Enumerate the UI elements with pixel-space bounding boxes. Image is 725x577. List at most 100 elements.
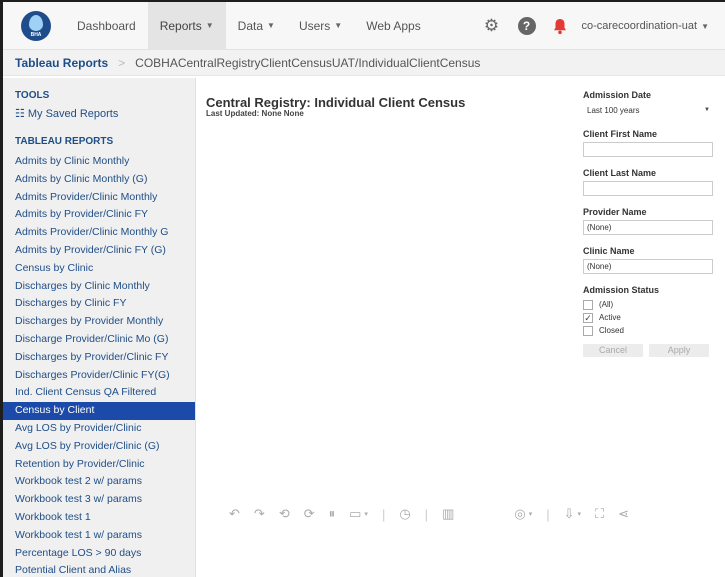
sidebar-report-item[interactable]: Discharges by Provider Monthly xyxy=(3,313,195,331)
caret-down-icon: ▼ xyxy=(205,21,214,30)
filter-panel: Admission Date Last 100 years ▼ Client F… xyxy=(583,90,713,357)
breadcrumb-separator: > xyxy=(118,55,126,70)
sidebar-report-item[interactable]: Census by Client xyxy=(3,402,195,420)
provider-name-select[interactable]: (None) xyxy=(583,220,713,235)
watch-icon[interactable]: ◎ ▾ xyxy=(514,506,532,522)
nav-data-label: Data xyxy=(237,18,264,33)
account-menu[interactable]: co-carecoordination-uat ▼ xyxy=(582,20,725,32)
view-data-icon[interactable]: ▥ xyxy=(442,506,454,522)
metrics-icon[interactable]: ◷ xyxy=(399,506,410,522)
sidebar-report-item[interactable]: Admits by Provider/Clinic FY (G) xyxy=(3,242,195,260)
bell-icon[interactable] xyxy=(548,18,572,35)
clinic-name-select[interactable]: (None) xyxy=(583,259,713,274)
last-updated: Last Updated: None None xyxy=(206,109,304,118)
viz-toolbar: ↶ ↷ ⟲ ⟳ ⏸ ▭ ▾ | ◷ | ▥ ◎ ▾ | ⇩ ▾ ⛶ ⋖ xyxy=(229,505,709,523)
share-icon[interactable]: ⋖ xyxy=(618,506,629,522)
gear-icon[interactable]: ⚙ xyxy=(478,16,506,36)
sidebar-report-item[interactable]: Admits Provider/Clinic Monthly xyxy=(3,189,195,207)
toolbar-divider: | xyxy=(381,506,386,522)
revert-icon[interactable]: ⟲ xyxy=(279,506,290,522)
sidebar-report-item[interactable]: Retention by Provider/Clinic xyxy=(3,456,195,474)
chevron-down-icon: ▼ xyxy=(704,107,710,113)
client-last-name-input[interactable] xyxy=(583,181,713,196)
admission-date-select[interactable]: Last 100 years ▼ xyxy=(583,103,713,118)
logo-drop-icon xyxy=(29,14,43,31)
breadcrumb-root[interactable]: Tableau Reports xyxy=(15,56,108,70)
sidebar-report-item[interactable]: Discharges by Provider/Clinic FY xyxy=(3,349,195,367)
client-first-name-label: Client First Name xyxy=(583,129,658,139)
client-first-name-input[interactable] xyxy=(583,142,713,157)
status-option-label: Active xyxy=(599,313,621,322)
list-icon: ☷ xyxy=(15,108,25,120)
nav-web-apps-label: Web Apps xyxy=(366,18,421,33)
status-option-label: (All) xyxy=(599,300,614,309)
sidebar-report-item[interactable]: Workbook test 2 w/ params xyxy=(3,473,195,491)
status-option-all[interactable]: (All) xyxy=(583,298,713,311)
toolbar-divider: | xyxy=(424,506,429,522)
status-option-closed[interactable]: Closed xyxy=(583,324,713,337)
sidebar-report-item[interactable]: Discharges by Clinic FY xyxy=(3,295,195,313)
client-last-name-label: Client Last Name xyxy=(583,168,657,178)
checkbox[interactable] xyxy=(583,325,593,336)
breadcrumb-current: COBHACentralRegistryClientCensusUAT/Indi… xyxy=(135,55,481,70)
sidebar-report-item[interactable]: Potential Client and Alias xyxy=(3,562,195,577)
sidebar-report-item[interactable]: Admits Provider/Clinic Monthly G xyxy=(3,224,195,242)
nav-reports[interactable]: Reports ▼ xyxy=(147,2,226,50)
help-icon[interactable]: ? xyxy=(517,17,536,35)
download-icon[interactable]: ⇩ ▾ xyxy=(564,506,581,522)
breadcrumb: Tableau Reports > COBHACentralRegistryCl… xyxy=(3,50,725,76)
sidebar-report-item[interactable]: Admits by Provider/Clinic FY xyxy=(3,206,195,224)
my-saved-reports-label: My Saved Reports xyxy=(27,107,119,120)
sidebar-report-item[interactable]: Avg LOS by Provider/Clinic (G) xyxy=(3,438,195,456)
page-title: Central Registry: Individual Client Cens… xyxy=(206,95,466,110)
nav-reports-label: Reports xyxy=(159,18,202,33)
sidebar-report-item[interactable]: Percentage LOS > 90 days xyxy=(3,545,195,563)
apply-button[interactable]: Apply xyxy=(649,344,709,357)
tools-heading: TOOLS xyxy=(15,90,50,101)
sidebar-report-item[interactable]: Discharges Provider/Clinic FY(G) xyxy=(3,367,195,385)
sidebar-report-item[interactable]: Workbook test 1 xyxy=(3,509,195,527)
sidebar-report-item[interactable]: Discharge Provider/Clinic Mo (G) xyxy=(3,331,195,349)
sidebar-report-item[interactable]: Workbook test 3 w/ params xyxy=(3,491,195,509)
logo-text: BHA xyxy=(30,31,42,38)
admission-status-label: Admission Status xyxy=(583,285,660,295)
sidebar-report-item[interactable]: Avg LOS by Provider/Clinic xyxy=(3,420,195,438)
caret-down-icon: ▼ xyxy=(334,21,343,30)
tableau-reports-heading: TABLEAU REPORTS xyxy=(15,136,114,147)
nav-web-apps[interactable]: Web Apps xyxy=(354,2,432,50)
app-frame: BHA Dashboard Reports ▼ Data ▼ Users ▼ Web … xyxy=(0,0,725,577)
nav-dashboard-label: Dashboard xyxy=(77,18,136,33)
status-option-active[interactable]: ✓ Active xyxy=(583,311,713,324)
sidebar-report-item[interactable]: Ind. Client Census QA Filtered xyxy=(3,384,195,402)
status-option-label: Closed xyxy=(599,326,624,335)
nav-users-label: Users xyxy=(298,18,331,33)
nav-data[interactable]: Data ▼ xyxy=(226,2,287,50)
checkbox-checked[interactable]: ✓ xyxy=(583,312,593,323)
admission-date-value: Last 100 years xyxy=(587,106,640,115)
toolbar-divider: | xyxy=(546,506,550,522)
sidebar-report-item[interactable]: Workbook test 1 w/ params xyxy=(3,527,195,545)
nav-dashboard[interactable]: Dashboard xyxy=(65,2,148,50)
nav-right: ⚙ ? co-carecoordination-uat ▼ xyxy=(478,2,725,50)
refresh-icon[interactable]: ⟳ xyxy=(304,506,315,522)
checkbox[interactable] xyxy=(583,299,593,310)
sidebar-report-item[interactable]: Census by Clinic xyxy=(3,260,195,278)
caret-down-icon: ▼ xyxy=(701,22,709,31)
caret-down-icon: ▼ xyxy=(267,21,275,30)
sidebar-report-item[interactable]: Discharges by Clinic Monthly xyxy=(3,278,195,296)
redo-icon[interactable]: ↷ xyxy=(254,506,265,522)
sidebar-report-item[interactable]: Admits by Clinic Monthly (G) xyxy=(3,171,195,189)
fullscreen-icon[interactable]: ⛶ xyxy=(595,506,604,522)
admission-date-label: Admission Date xyxy=(583,90,652,100)
app-logo[interactable]: BHA xyxy=(21,10,51,41)
pause-icon[interactable]: ⏸ xyxy=(329,506,336,522)
top-nav: BHA Dashboard Reports ▼ Data ▼ Users ▼ Web … xyxy=(3,2,725,50)
cancel-button[interactable]: Cancel xyxy=(583,344,643,357)
nav-users[interactable]: Users ▼ xyxy=(287,2,354,50)
sidebar-report-item[interactable]: Admits by Clinic Monthly xyxy=(3,153,195,171)
my-saved-reports-link[interactable]: ☷ My Saved Reports xyxy=(3,107,195,121)
undo-icon[interactable]: ↶ xyxy=(229,506,240,522)
comment-icon[interactable]: ▭ ▾ xyxy=(349,506,368,522)
account-label: co-carecoordination-uat xyxy=(581,20,698,32)
clinic-name-label: Clinic Name xyxy=(583,246,635,256)
